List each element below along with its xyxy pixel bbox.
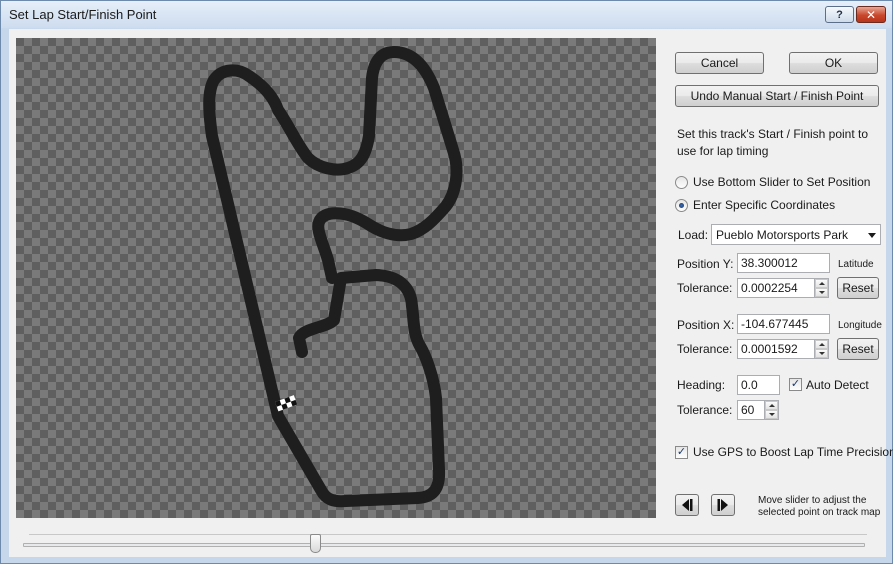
spin-up-icon[interactable] xyxy=(815,279,828,288)
track-map-svg xyxy=(203,46,463,508)
enter-coordinates-label[interactable]: Enter Specific Coordinates xyxy=(693,198,835,212)
track-path xyxy=(203,46,463,508)
dialog-client-area: Cancel OK Undo Manual Start / Finish Poi… xyxy=(9,29,893,557)
auto-detect-checkbox[interactable]: ✓ xyxy=(789,378,802,391)
tolerance-x-input[interactable] xyxy=(737,339,815,359)
tolerance-y-input[interactable] xyxy=(737,278,815,298)
chevron-down-icon xyxy=(868,233,876,238)
tolerance-y-spinner[interactable] xyxy=(814,278,829,298)
title-bar[interactable]: Set Lap Start/Finish Point ? ✕ xyxy=(1,1,892,28)
slider-tick-line xyxy=(29,534,867,535)
cancel-button[interactable]: Cancel xyxy=(675,52,764,74)
load-track-dropdown[interactable]: Pueblo Motorsports Park xyxy=(711,224,881,245)
position-y-label: Position Y: xyxy=(677,257,734,271)
spin-up-icon[interactable] xyxy=(765,401,778,410)
load-label: Load: xyxy=(678,228,709,242)
position-x-input[interactable] xyxy=(737,314,830,334)
heading-tolerance-input[interactable] xyxy=(737,400,765,420)
dialog-window: Set Lap Start/Finish Point ? ✕ Cancel OK… xyxy=(0,0,893,564)
spin-up-icon[interactable] xyxy=(815,340,828,349)
longitude-label: Longitude xyxy=(838,320,882,331)
gps-boost-checkbox[interactable]: ✓ xyxy=(675,446,688,459)
slider-hint-text: Move slider to adjust the selected point… xyxy=(758,495,881,518)
heading-tolerance-spinner[interactable] xyxy=(764,400,779,420)
step-back-icon xyxy=(682,499,693,511)
auto-detect-label[interactable]: Auto Detect xyxy=(806,378,869,392)
undo-start-finish-button[interactable]: Undo Manual Start / Finish Point xyxy=(675,85,879,107)
spin-down-icon[interactable] xyxy=(815,288,828,297)
position-slider-track[interactable] xyxy=(23,543,865,547)
position-x-label: Position X: xyxy=(677,318,735,332)
position-y-input[interactable] xyxy=(737,253,830,273)
spin-down-icon[interactable] xyxy=(815,349,828,358)
step-back-button[interactable] xyxy=(675,494,699,516)
enter-coordinates-radio[interactable] xyxy=(675,199,688,212)
latitude-label: Latitude xyxy=(838,259,874,270)
load-track-value: Pueblo Motorsports Park xyxy=(716,228,849,242)
use-slider-label[interactable]: Use Bottom Slider to Set Position xyxy=(693,175,870,189)
tolerance-x-spinner[interactable] xyxy=(814,339,829,359)
ok-button[interactable]: OK xyxy=(789,52,878,74)
heading-tolerance-label: Tolerance: xyxy=(677,403,733,417)
help-button[interactable]: ? xyxy=(825,6,854,23)
step-forward-icon xyxy=(717,499,728,511)
close-button[interactable]: ✕ xyxy=(856,6,886,23)
heading-input[interactable] xyxy=(737,375,780,395)
position-slider-thumb[interactable] xyxy=(309,534,321,553)
instructions-text: Set this track's Start / Finish point to… xyxy=(677,127,869,158)
use-slider-radio[interactable] xyxy=(675,176,688,189)
tolerance-x-label: Tolerance: xyxy=(677,342,733,356)
spin-down-icon[interactable] xyxy=(765,410,778,419)
reset-y-button[interactable]: Reset xyxy=(837,277,879,299)
gps-boost-label[interactable]: Use GPS to Boost Lap Time Precision xyxy=(693,445,893,459)
reset-x-button[interactable]: Reset xyxy=(837,338,879,360)
tolerance-y-label: Tolerance: xyxy=(677,281,733,295)
step-forward-button[interactable] xyxy=(711,494,735,516)
window-title: Set Lap Start/Finish Point xyxy=(9,7,157,22)
heading-label: Heading: xyxy=(677,378,726,392)
track-map[interactable] xyxy=(16,38,656,518)
